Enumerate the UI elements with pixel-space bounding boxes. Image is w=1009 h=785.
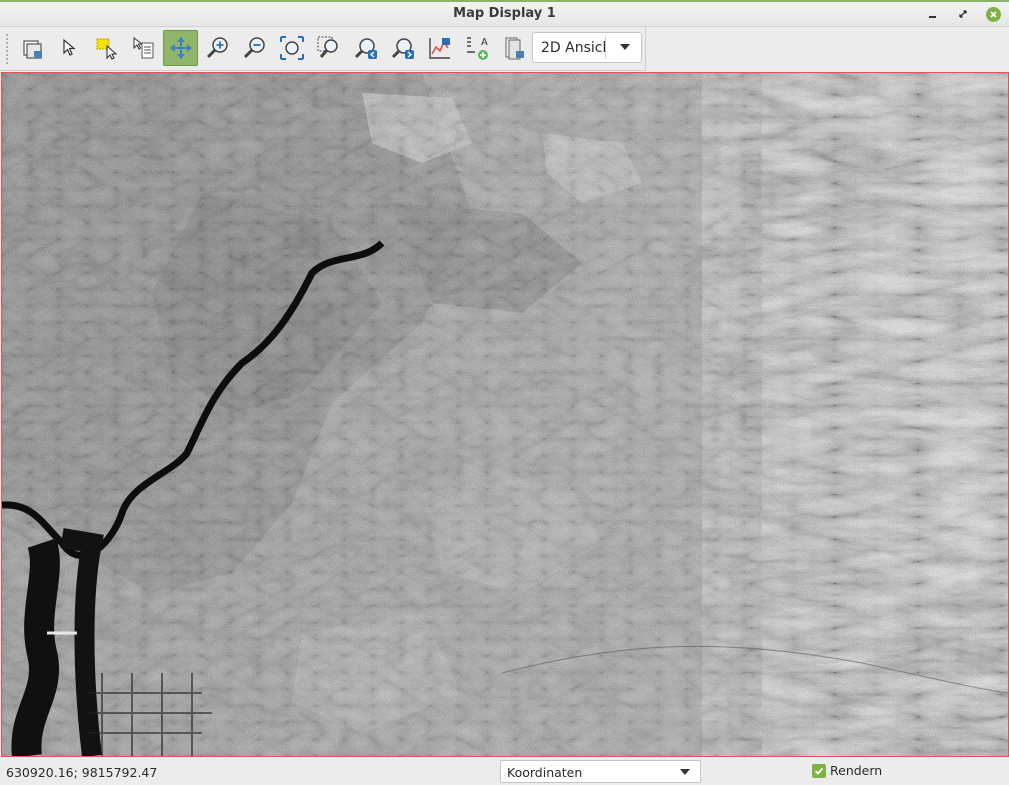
select-feature-button[interactable] [89, 30, 124, 66]
zoom-full-button[interactable] [274, 30, 309, 66]
identify-button[interactable] [126, 30, 161, 66]
zoom-previous-button[interactable] [348, 30, 383, 66]
select-pointer-button[interactable] [52, 30, 87, 66]
select-pointer-icon [62, 38, 76, 56]
zoom-to-layer-button[interactable] [15, 30, 50, 66]
coordinate-mode-select[interactable]: Koordinaten [500, 760, 701, 783]
view-mode-select[interactable]: 2D Ansicht [532, 32, 642, 63]
zoom-to-layer-icon [22, 40, 42, 59]
status-bar: 630920.16; 9815792.47 Koordinaten Render… [0, 757, 1009, 785]
zoom-in-button[interactable] [200, 30, 235, 66]
restore-icon [959, 10, 967, 18]
zoom-previous-icon [354, 38, 377, 59]
zoom-next-button[interactable] [385, 30, 420, 66]
render-checkbox[interactable] [812, 763, 826, 778]
satellite-raster [2, 73, 1008, 756]
title-bar: Map Display 1 [0, 0, 1009, 27]
pan-icon [169, 37, 192, 59]
zoom-to-selection-button[interactable] [311, 30, 346, 66]
render-toggle[interactable]: Rendern [812, 763, 882, 778]
zoom-to-selection-icon [317, 36, 338, 58]
identify-icon [133, 37, 153, 59]
layer-properties-icon [505, 37, 524, 60]
render-label: Rendern [830, 763, 883, 778]
toolbar-grip[interactable] [5, 33, 9, 65]
map-canvas[interactable] [1, 72, 1009, 757]
label-layer-icon: A [466, 37, 488, 60]
zoom-in-icon [206, 37, 228, 59]
close-button[interactable] [984, 5, 1002, 23]
pan-button[interactable] [163, 30, 198, 66]
view-mode-separator [605, 36, 606, 59]
restore-button[interactable] [954, 5, 972, 23]
spectral-profile-icon [428, 38, 450, 59]
chevron-down-icon[interactable] [619, 42, 631, 52]
cursor-coordinates: 630920.16; 9815792.47 [6, 765, 158, 780]
minimize-button[interactable] [924, 5, 942, 23]
zoom-full-icon [279, 36, 304, 60]
chevron-down-icon[interactable] [679, 768, 691, 777]
layer-properties-button[interactable] [496, 30, 531, 66]
coordinate-mode-value: Koordinaten [507, 765, 583, 780]
close-icon [985, 6, 1001, 22]
window-title: Map Display 1 [453, 6, 556, 21]
zoom-next-icon [391, 38, 414, 59]
label-layer-button[interactable]: A [459, 30, 494, 66]
select-feature-icon [96, 38, 117, 60]
zoom-out-icon [243, 37, 265, 59]
spectral-profile-button[interactable] [422, 30, 457, 66]
minimize-icon [929, 16, 936, 18]
svg-text:A: A [481, 37, 488, 48]
checkmark-icon [814, 767, 824, 775]
zoom-out-button[interactable] [237, 30, 272, 66]
view-mode-value: 2D Ansicht [541, 40, 605, 56]
map-toolbar: A 2D Ansicht [0, 27, 646, 71]
